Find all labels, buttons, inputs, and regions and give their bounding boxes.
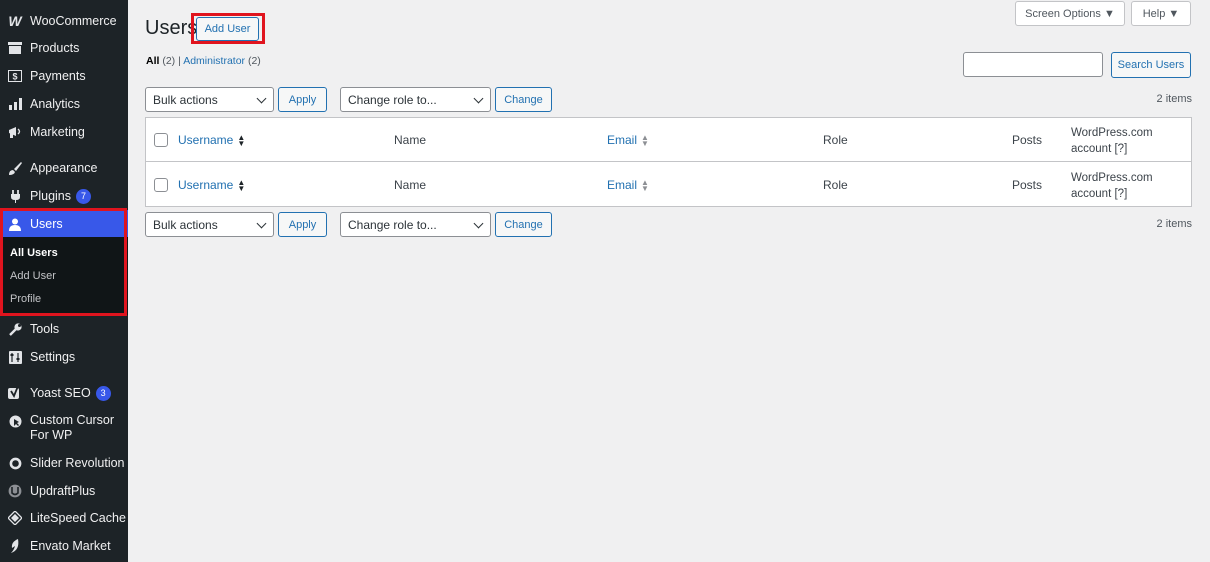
column-email-sort[interactable]: Email ▲ ▼	[607, 133, 649, 147]
woocommerce-icon: W	[8, 13, 22, 29]
column-wpcom-account-foot: WordPress.com account [?]	[1071, 170, 1153, 202]
change-role-select-bottom[interactable]: Change role to...	[340, 212, 491, 237]
filter-all-link[interactable]: All	[146, 55, 159, 67]
page-title: Users	[145, 17, 198, 39]
apply-button-bottom[interactable]: Apply	[278, 212, 327, 237]
add-user-highlight	[191, 13, 265, 44]
items-count-top: 2 items	[1156, 93, 1192, 105]
sidebar-item-updraftplus[interactable]: UpdraftPlus	[0, 477, 128, 505]
sort-arrows-icon: ▲ ▼	[641, 177, 649, 193]
litespeed-icon	[7, 510, 23, 526]
sidebar-item-litespeed-cache[interactable]: LiteSpeed Cache	[0, 504, 128, 532]
users-table: Username ▲ ▼ Name Email ▲ ▼ Role Posts WordP…	[145, 117, 1192, 207]
plugins-icon	[7, 188, 23, 204]
sidebar-item-payments[interactable]: $ Payments	[0, 62, 128, 90]
column-posts: Posts	[1012, 133, 1043, 147]
change-role-value: Change role to...	[348, 217, 437, 232]
bulk-actions-value: Bulk actions	[153, 217, 218, 232]
column-username-sort[interactable]: Username ▲ ▼	[178, 133, 245, 147]
column-wpcom-account: WordPress.com account [?]	[1071, 125, 1153, 157]
filter-separator: |	[178, 55, 181, 67]
users-submenu: All Users Add User Profile	[0, 237, 128, 315]
submenu-profile[interactable]: Profile	[10, 293, 41, 305]
bulk-actions-select-top[interactable]: Bulk actions	[145, 87, 274, 112]
envato-icon	[7, 538, 23, 554]
column-email-sort-foot[interactable]: Email ▲ ▼	[607, 178, 649, 192]
user-search-input[interactable]	[963, 52, 1103, 77]
admin-sidebar: W WooCommerce Products $ Payments Analyt…	[0, 0, 128, 562]
cursor-icon	[7, 413, 23, 429]
users-icon	[7, 216, 23, 232]
sidebar-item-yoast-seo[interactable]: Yoast SEO 3	[0, 379, 128, 407]
change-role-button-top[interactable]: Change	[495, 87, 552, 112]
sidebar-item-marketing[interactable]: Marketing	[0, 118, 128, 146]
appearance-icon	[7, 160, 23, 176]
column-email-label: Email	[607, 133, 638, 147]
change-role-button-bottom[interactable]: Change	[495, 212, 552, 237]
sidebar-item-users[interactable]: Users	[0, 210, 128, 238]
column-name: Name	[394, 133, 427, 147]
column-posts-foot: Posts	[1012, 178, 1043, 192]
column-role-foot: Role	[823, 178, 848, 192]
yoast-notification-badge: 3	[95, 385, 111, 401]
sidebar-item-envato-market[interactable]: Envato Market	[0, 532, 128, 560]
table-footer-row: Username ▲ ▼ Name Email ▲ ▼ Role Posts WordP…	[146, 163, 1191, 207]
sort-arrows-icon: ▲ ▼	[641, 132, 649, 148]
wpcom-label-line2: account [?]	[1071, 188, 1128, 200]
sidebar-item-tools[interactable]: Tools	[0, 315, 128, 343]
bulk-actions-value: Bulk actions	[153, 92, 218, 107]
wpcom-label-line2: account [?]	[1071, 143, 1128, 155]
sidebar-item-products[interactable]: Products	[0, 34, 128, 62]
filter-administrator-count: (2)	[247, 55, 261, 67]
change-role-value: Change role to...	[348, 92, 437, 107]
column-email-label: Email	[607, 178, 638, 192]
filter-administrator-link[interactable]: Administrator	[183, 55, 245, 67]
search-users-button[interactable]: Search Users	[1111, 52, 1191, 78]
column-name-foot: Name	[394, 178, 427, 192]
items-count-bottom: 2 items	[1156, 218, 1192, 230]
sort-arrows-icon: ▲ ▼	[237, 177, 246, 193]
yoast-icon	[7, 385, 23, 401]
chevron-down-icon	[473, 218, 484, 229]
products-icon	[7, 40, 23, 56]
role-filter-links: All (2) | Administrator (2)	[146, 55, 261, 67]
column-role: Role	[823, 133, 848, 147]
plugins-update-badge: 7	[76, 188, 91, 204]
submenu-add-user[interactable]: Add User	[10, 270, 56, 282]
sidebar-item-settings[interactable]: Settings	[0, 343, 128, 371]
select-all-checkbox-head[interactable]	[154, 133, 168, 147]
wpcom-label-line1: WordPress.com	[1071, 172, 1153, 184]
payments-icon: $	[7, 68, 23, 84]
updraftplus-icon	[7, 483, 23, 499]
settings-icon	[7, 349, 23, 365]
marketing-icon	[7, 124, 23, 140]
chevron-down-icon	[256, 218, 267, 229]
svg-text:$: $	[12, 72, 17, 82]
column-username-label: Username	[178, 133, 234, 147]
select-all-checkbox-foot[interactable]	[154, 178, 168, 192]
sidebar-item-slider-revolution[interactable]: Slider Revolution	[0, 449, 128, 477]
wpcom-label-line1: WordPress.com	[1071, 127, 1153, 139]
slider-revolution-icon	[7, 455, 23, 471]
sidebar-item-woocommerce[interactable]: W WooCommerce	[0, 7, 128, 35]
change-role-select-top[interactable]: Change role to...	[340, 87, 491, 112]
screen-options-button[interactable]: Screen Options ▼	[1015, 1, 1125, 26]
sidebar-item-plugins[interactable]: Plugins 7	[0, 182, 128, 210]
column-username-label: Username	[178, 178, 234, 192]
table-header-row: Username ▲ ▼ Name Email ▲ ▼ Role Posts WordP…	[146, 118, 1191, 162]
chevron-down-icon	[256, 93, 267, 104]
sidebar-item-analytics[interactable]: Analytics	[0, 90, 128, 118]
apply-button-top[interactable]: Apply	[278, 87, 327, 112]
filter-all-count: (2)	[162, 55, 176, 67]
sidebar-item-appearance[interactable]: Appearance	[0, 154, 128, 182]
sidebar-item-custom-cursor[interactable]: Custom Cursor For WP	[0, 412, 128, 444]
chevron-down-icon	[473, 93, 484, 104]
submenu-all-users[interactable]: All Users	[10, 247, 58, 259]
column-username-sort-foot[interactable]: Username ▲ ▼	[178, 178, 245, 192]
analytics-icon	[7, 96, 23, 112]
tools-icon	[7, 321, 23, 337]
bulk-actions-select-bottom[interactable]: Bulk actions	[145, 212, 274, 237]
sort-arrows-icon: ▲ ▼	[237, 132, 246, 148]
help-button[interactable]: Help ▼	[1131, 1, 1191, 26]
